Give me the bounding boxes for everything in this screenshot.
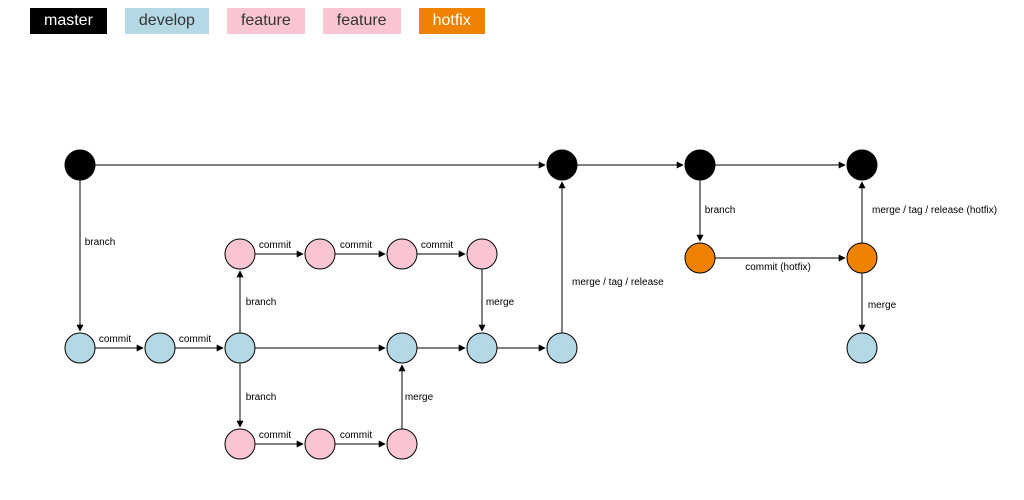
node-hotfix [847, 243, 877, 273]
edge-label: merge / tag / release [572, 277, 664, 288]
edge-label: merge [868, 300, 897, 311]
node-feature [387, 239, 417, 269]
edge-label: commit [340, 430, 372, 441]
edge-label: merge / tag / release (hotfix) [872, 205, 997, 216]
edge-label: merge [405, 392, 434, 403]
edge-label: commit [99, 334, 131, 345]
node-master [547, 150, 577, 180]
node-develop [65, 333, 95, 363]
node-feature [387, 429, 417, 459]
node-develop [145, 333, 175, 363]
node-master [847, 150, 877, 180]
node-develop [847, 333, 877, 363]
edge-label: branch [246, 392, 277, 403]
edge-label: commit [259, 240, 291, 251]
node-feature [467, 239, 497, 269]
edge-label: commit [340, 240, 372, 251]
node-feature [225, 429, 255, 459]
edge-label: commit (hotfix) [745, 262, 811, 273]
edge-label: merge [486, 297, 515, 308]
node-hotfix [685, 243, 715, 273]
node-feature [305, 429, 335, 459]
diagram-svg: branch commit commit branch commit commit comm… [0, 0, 1024, 500]
gitflow-diagram: masterdevelopfeaturefeaturehotfix branch… [0, 0, 1024, 500]
node-develop [547, 333, 577, 363]
edge-label: branch [705, 205, 736, 216]
node-master [685, 150, 715, 180]
node-develop [225, 333, 255, 363]
edge-label: commit [421, 240, 453, 251]
edge-label: commit [179, 334, 211, 345]
node-feature [225, 239, 255, 269]
node-feature [305, 239, 335, 269]
node-develop [467, 333, 497, 363]
node-develop [387, 333, 417, 363]
edge-label: commit [259, 430, 291, 441]
edge-label: branch [246, 297, 277, 308]
node-master [65, 150, 95, 180]
edge-label: branch [85, 237, 116, 248]
